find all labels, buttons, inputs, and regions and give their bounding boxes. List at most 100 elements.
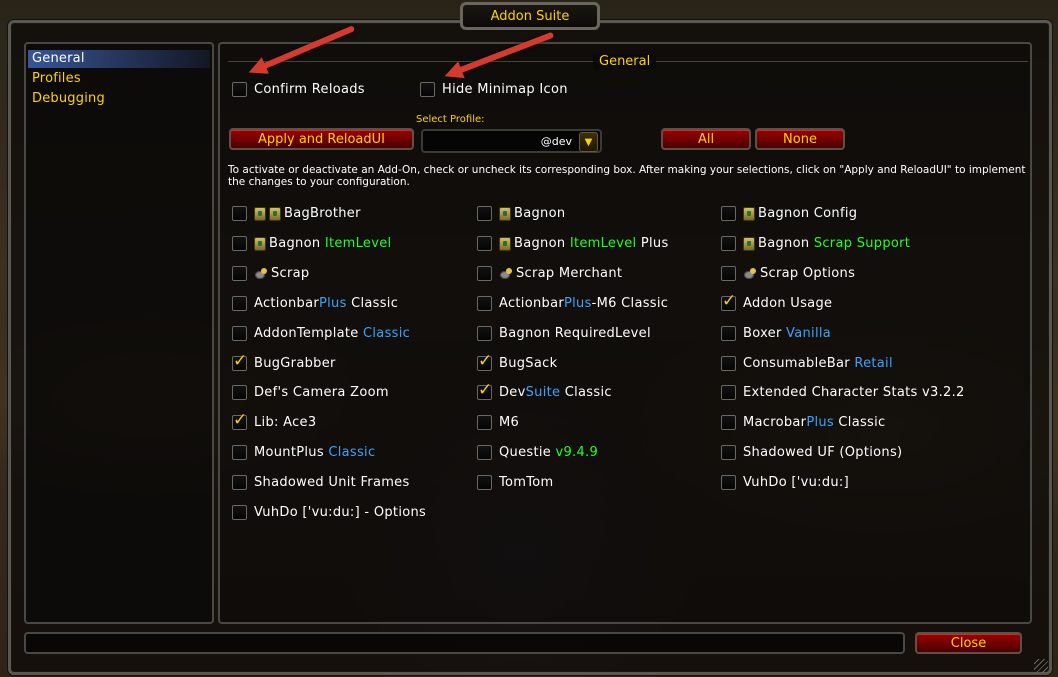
addon-label-part: Classic [346, 296, 399, 311]
addon-label: ActionbarPlus-M6 Classic [499, 296, 668, 311]
bag-icon [499, 206, 511, 221]
addon-checkbox[interactable]: ✓ [477, 380, 493, 400]
bag-icon [743, 206, 755, 221]
addon-label-part: Lib: Ace3 [254, 415, 317, 430]
coin-icon [254, 267, 268, 280]
addon-checkbox[interactable] [232, 236, 247, 251]
addon-label: Def's Camera Zoom [254, 385, 389, 400]
hide-minimap-label: Hide Minimap Icon [442, 82, 568, 97]
addon-label-part: Shadowed Unit Frames [254, 475, 410, 490]
sidebar: General Profiles Debugging [24, 42, 214, 624]
addon-label-part: Scrap [271, 266, 310, 281]
addon-checkbox[interactable] [721, 206, 736, 221]
addon-label-part: ItemLevel [324, 236, 392, 251]
checkmark-icon: ✓ [233, 351, 248, 371]
addon-label: BugSack [499, 356, 557, 371]
section-title: General [593, 54, 657, 69]
addon-label: BugGrabber [254, 356, 336, 371]
addon-checkbox[interactable]: ✓ [232, 351, 248, 371]
select-all-button[interactable]: All [661, 128, 751, 150]
addon-label: Bagnon Scrap Support [743, 236, 910, 251]
addon-label: MacrobarPlus Classic [743, 415, 885, 430]
resize-grip-icon[interactable] [1034, 659, 1048, 673]
addon-label-part: Classic [560, 385, 612, 400]
bag-icon [743, 236, 755, 251]
addon-checkbox[interactable] [232, 505, 247, 520]
apply-reloadui-button[interactable]: Apply and ReloadUI [229, 128, 414, 150]
addon-label: Bagnon [499, 206, 565, 221]
instructions-text: To activate or deactivate an Add-On, che… [228, 164, 1026, 188]
addon-label: MountPlus Classic [254, 445, 375, 460]
addon-checkbox[interactable] [477, 445, 492, 460]
addon-label: Scrap Merchant [499, 266, 622, 281]
addon-label-part: Def's Camera Zoom [254, 385, 389, 400]
addon-checkbox[interactable] [477, 206, 492, 221]
chevron-down-icon[interactable]: ▼ [579, 132, 598, 152]
addon-checkbox[interactable] [721, 415, 736, 430]
addon-label-part: Bagnon [758, 236, 814, 251]
bag-icon [254, 206, 266, 221]
addon-checkbox[interactable] [721, 236, 736, 251]
addon-label: M6 [499, 415, 519, 430]
addon-checkbox[interactable] [721, 356, 736, 371]
addon-checkbox[interactable] [232, 445, 247, 460]
addon-checkbox[interactable]: ✓ [477, 351, 493, 371]
addon-label-part: Classic [328, 445, 376, 460]
addon-label-part: MountPlus [254, 445, 329, 460]
addon-label-part: BugSack [499, 356, 558, 371]
addon-checkbox[interactable] [477, 296, 492, 311]
addon-label-part: TomTom [499, 475, 554, 490]
addon-checkbox[interactable] [721, 385, 736, 400]
addon-label-part: AddonTemplate [254, 326, 364, 341]
addon-label-part: Macrobar [743, 415, 807, 430]
addon-checkbox[interactable] [721, 266, 736, 281]
addon-checkbox[interactable] [232, 326, 247, 341]
addon-label: BagBrother [254, 206, 361, 221]
addon-label-part: Bagnon [514, 236, 570, 251]
sidebar-item-general[interactable]: General [32, 51, 85, 66]
addon-checkbox[interactable] [721, 445, 736, 460]
sidebar-item-profiles[interactable]: Profiles [32, 71, 81, 86]
addon-checkbox[interactable] [232, 206, 247, 221]
addon-label: Shadowed UF (Options) [743, 445, 902, 460]
profile-dropdown[interactable]: @dev ▼ [421, 129, 602, 153]
select-none-button[interactable]: None [755, 128, 845, 150]
addon-label-part: -M6 Classic [591, 296, 669, 311]
coin-icon [743, 267, 757, 280]
bag-icon [499, 236, 511, 251]
addon-checkbox[interactable] [477, 475, 492, 490]
addon-label: Questie v9.4.9 [499, 445, 598, 460]
sidebar-item-debugging[interactable]: Debugging [32, 91, 105, 106]
addon-checkbox[interactable] [721, 475, 736, 490]
addon-checkbox[interactable]: ✓ [721, 293, 736, 311]
addon-label-part: Classic [363, 326, 411, 341]
addon-checkbox[interactable] [477, 326, 492, 341]
hide-minimap-checkbox[interactable] [420, 82, 435, 97]
addon-label-part: M6 [499, 415, 520, 430]
addon-label-part: Plus [806, 415, 834, 430]
addon-checkbox[interactable] [232, 296, 247, 311]
addon-label-part: Retail [854, 356, 893, 371]
close-button[interactable]: Close [915, 632, 1022, 654]
addon-checkbox[interactable] [477, 236, 492, 251]
addon-checkbox[interactable] [721, 326, 736, 341]
addon-checkbox[interactable]: ✓ [232, 412, 247, 430]
addon-label-part: Bagnon [514, 206, 566, 221]
status-bar [24, 632, 905, 654]
addon-label-part: Plus [318, 296, 347, 311]
addon-label-part: BagBrother [284, 206, 361, 221]
confirm-reloads-checkbox[interactable] [232, 82, 247, 97]
addon-checkbox[interactable] [232, 475, 247, 490]
addon-label-part: Boxer [743, 326, 787, 341]
addon-checkbox[interactable] [477, 415, 492, 430]
checkmark-icon: ✓ [478, 380, 493, 400]
addon-label: VuhDo ['vu:du:] [743, 475, 849, 490]
addon-checkbox[interactable] [477, 266, 492, 281]
addon-label: ActionbarPlus Classic [254, 296, 398, 311]
addon-checkbox[interactable] [232, 266, 247, 281]
addon-label: Bagnon ItemLevel [254, 236, 391, 251]
addon-checkbox[interactable] [232, 385, 247, 400]
addon-label-part: ItemLevel [569, 236, 637, 251]
checkmark-icon: ✓ [478, 351, 493, 371]
bag-icon [269, 206, 281, 221]
